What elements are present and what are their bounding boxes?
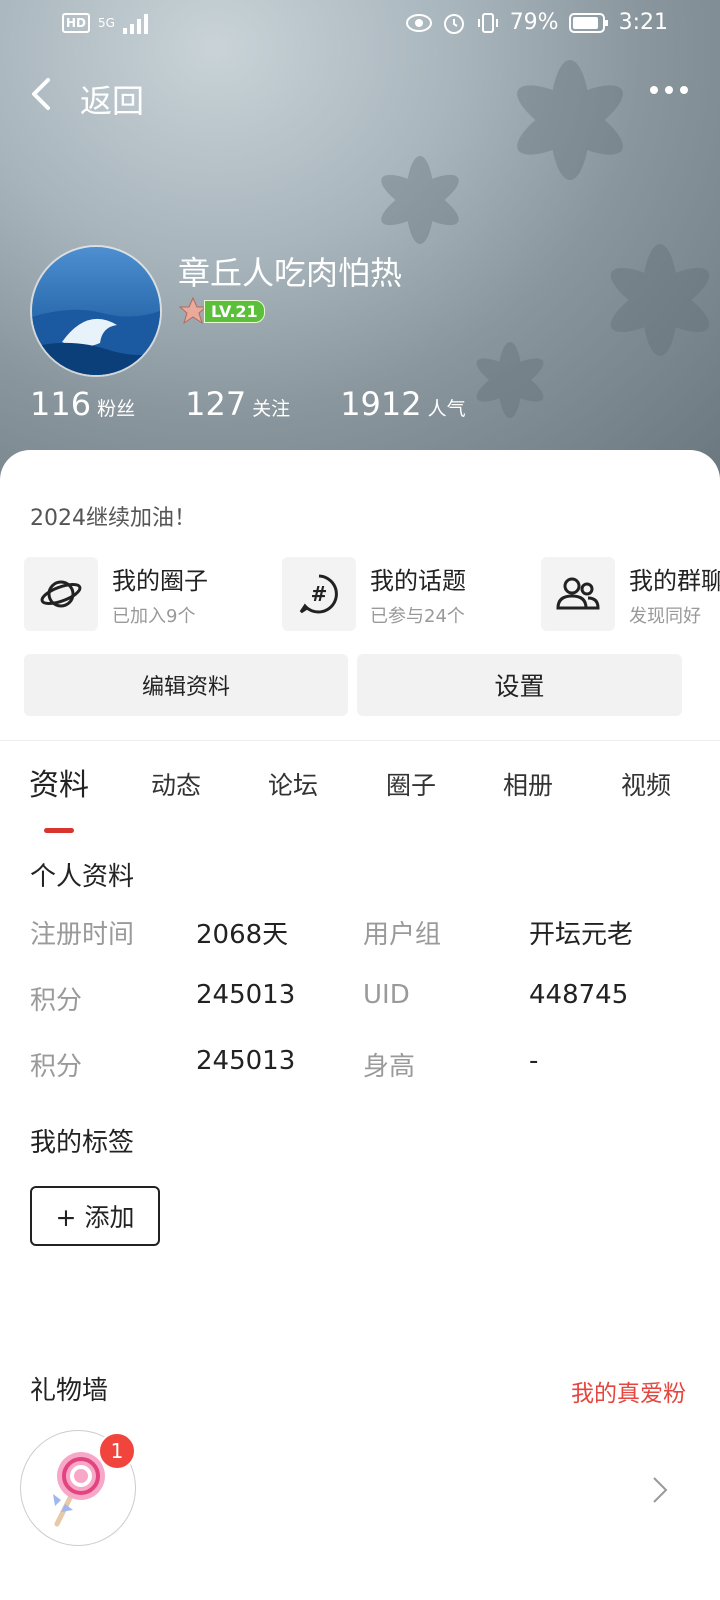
quick-link-subtitle: 发现同好	[629, 605, 701, 627]
back-arrow-icon[interactable]	[26, 72, 62, 116]
top-nav: 返回	[0, 68, 720, 124]
quick-link-circles[interactable]: 我的圈子已加入9个	[24, 556, 208, 632]
info-label: 身高	[363, 1052, 416, 1082]
signature: 2024继续加油！	[30, 506, 196, 531]
svg-text:#: #	[311, 582, 328, 606]
tab-activity[interactable]: 动态	[151, 766, 201, 802]
avatar[interactable]	[30, 245, 162, 377]
vibrate-icon	[477, 12, 498, 33]
info-value: -	[529, 1046, 539, 1076]
alarm-icon	[443, 13, 464, 34]
info-row: 注册时间 2068天 用户组 开坛元老	[30, 914, 710, 954]
profile-stats: 116 粉丝 127 关注 1912 人气	[30, 385, 516, 423]
quick-link-topics[interactable]: # 我的话题已参与24个	[282, 556, 466, 632]
profile-tabs: 资料 动态 论坛 圈子 相册 视频	[0, 760, 720, 833]
signal-icon	[122, 12, 148, 34]
info-label: UID	[363, 980, 410, 1010]
username: 章丘人吃肉怕热	[178, 254, 403, 292]
gift-count-badge: 1	[98, 1432, 136, 1470]
tab-circles[interactable]: 圈子	[386, 766, 436, 802]
battery-icon	[568, 12, 608, 33]
quick-link-subtitle: 已加入9个	[112, 605, 196, 627]
planet-icon	[40, 580, 82, 608]
info-label: 积分	[30, 986, 83, 1016]
tab-profile[interactable]: 资料	[29, 760, 89, 804]
info-label: 积分	[30, 1052, 83, 1082]
more-options-icon[interactable]	[650, 86, 688, 94]
info-value: 2068天	[196, 920, 289, 950]
profile-card: 2024继续加油！ 我的圈子已加入9个 # 我的话题已参与24个 我的群聊发现同…	[0, 450, 720, 1600]
clock-time: 3:21	[618, 10, 668, 35]
tags-section-title: 我的标签	[30, 1128, 135, 1158]
eye-icon	[405, 13, 432, 32]
back-label[interactable]: 返回	[80, 76, 144, 122]
true-fans-link[interactable]: 我的真爱粉	[571, 1374, 686, 1408]
edit-profile-button[interactable]: 编辑资料	[24, 654, 348, 716]
quick-links: 我的圈子已加入9个 # 我的话题已参与24个 我的群聊发现同好	[24, 556, 720, 632]
battery-percent: 79%	[509, 10, 559, 35]
quick-link-subtitle: 已参与24个	[370, 605, 465, 627]
info-label: 用户组	[363, 920, 442, 950]
info-row: 积分 245013 身高 -	[30, 1046, 710, 1086]
info-value: 245013	[196, 1046, 296, 1076]
tab-forum[interactable]: 论坛	[268, 766, 318, 802]
quick-link-groups[interactable]: 我的群聊 发现同好	[541, 556, 720, 632]
hd-indicator: HD	[62, 13, 91, 33]
add-tag-button[interactable]: + 添加	[30, 1186, 160, 1246]
profile-header: HD 5G 79% 3:21 返回 章丘人吃肉怕热 LV.21 116 粉丝 1…	[0, 0, 720, 480]
info-value: 448745	[529, 980, 629, 1010]
avatar-wave-image	[32, 247, 160, 375]
stat-popularity[interactable]: 1912 人气	[340, 385, 465, 423]
info-label: 注册时间	[30, 920, 135, 950]
quick-link-title: 我的圈子	[112, 566, 208, 595]
tab-video[interactable]: 视频	[621, 766, 671, 802]
status-bar: HD 5G 79% 3:21	[0, 0, 720, 48]
quick-link-title: 我的群聊	[629, 566, 720, 595]
info-value: 开坛元老	[529, 920, 634, 950]
level-badge: LV.21	[178, 296, 265, 326]
info-row: 积分 245013 UID 448745	[30, 980, 710, 1020]
info-value: 245013	[196, 980, 296, 1010]
hashtag-icon: #	[299, 574, 338, 614]
level-label: LV.21	[204, 299, 265, 323]
stat-following[interactable]: 127 关注	[185, 385, 290, 423]
chevron-right-icon[interactable]	[650, 1474, 670, 1506]
settings-button[interactable]: 设置	[357, 654, 682, 716]
active-tab-indicator	[44, 828, 74, 833]
group-icon	[556, 577, 600, 610]
quick-link-title: 我的话题	[370, 566, 466, 595]
tab-album[interactable]: 相册	[503, 766, 553, 802]
divider	[0, 740, 720, 741]
stat-fans[interactable]: 116 粉丝	[30, 385, 135, 423]
network-type: 5G	[98, 16, 115, 30]
info-section-title: 个人资料	[30, 862, 135, 892]
gift-wall-title: 礼物墙	[30, 1376, 109, 1406]
